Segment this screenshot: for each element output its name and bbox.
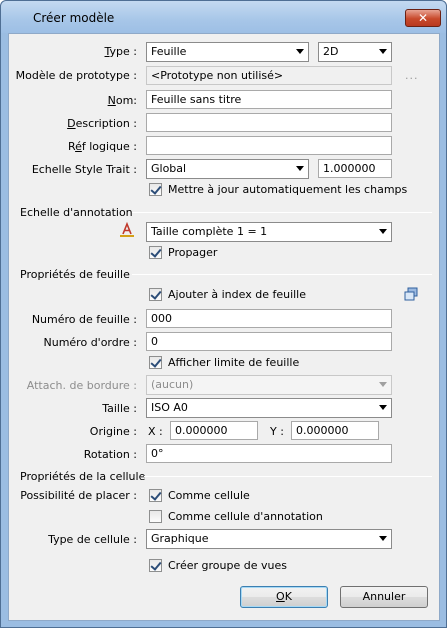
line-scale-label: Echelle Style Trait : [31, 163, 137, 176]
propagate-checkbox[interactable] [149, 246, 162, 259]
add-index-label: Ajouter à index de feuille [168, 288, 307, 301]
view-group-label: Créer groupe de vues [168, 559, 287, 572]
description-label: Description : [67, 117, 137, 130]
cell-type-select-value: Graphique [151, 532, 209, 545]
line-scale-select[interactable]: Global [146, 159, 309, 179]
as-annotation-cell-checkbox[interactable] [149, 510, 162, 523]
propagate-label: Propager [168, 246, 218, 259]
name-label: Nom: [107, 94, 137, 107]
sheet-group-label: Propriétés de feuille [20, 268, 130, 281]
chevron-down-icon [379, 229, 387, 234]
annotation-group-divider [132, 212, 432, 213]
size-label: Taille : [102, 402, 137, 415]
as-annotation-cell-label: Comme cellule d'annotation [168, 510, 323, 523]
order-number-input[interactable]: 0 [146, 332, 392, 351]
dimension-select[interactable]: 2D [318, 42, 392, 62]
cell-group-divider [144, 476, 432, 477]
line-scale-select-value: Global [151, 162, 187, 175]
border-attach-label: Attach. de bordure : [26, 379, 137, 392]
origin-y-label: Y : [270, 425, 284, 438]
origin-x-input[interactable]: 0.000000 [170, 421, 258, 440]
sheet-group-divider [132, 274, 432, 275]
close-button[interactable]: ✕ [405, 9, 441, 27]
close-icon: ✕ [417, 11, 429, 25]
sheet-index-icon[interactable] [404, 287, 418, 301]
placement-label: Possibilité de placer : [20, 489, 137, 502]
ok-button[interactable]: OK [240, 586, 328, 608]
annotation-scale-icon [120, 222, 134, 237]
dialog-title: Créer modèle [33, 11, 115, 25]
create-model-dialog: Créer modèle ✕ Type : Feuille 2D Modèle … [0, 0, 447, 628]
chevron-down-icon [379, 405, 387, 410]
type-select-value: Feuille [151, 45, 187, 58]
show-boundary-checkbox[interactable] [149, 356, 162, 369]
logical-label: Réf logique : [67, 140, 137, 153]
prototype-label: Modèle de prototype : [15, 69, 137, 82]
ok-button-mnemonic: O [276, 590, 285, 603]
as-cell-label: Comme cellule [168, 489, 250, 502]
border-attach-select: (aucun) [146, 375, 392, 395]
origin-label: Origine : [89, 425, 137, 438]
sheet-number-label: Numéro de feuille : [31, 313, 137, 326]
chevron-down-icon [296, 49, 304, 54]
size-select[interactable]: ISO A0 [146, 398, 392, 418]
annotation-group-label: Echelle d'annotation [20, 206, 133, 219]
title-bar[interactable]: Créer modèle ✕ [1, 1, 446, 33]
auto-update-label: Mettre à jour automatiquement les champs [168, 183, 408, 196]
cancel-button[interactable]: Annuler [340, 586, 428, 608]
rotation-input[interactable]: 0° [146, 444, 392, 463]
cell-type-label: Type de cellule : [48, 533, 137, 546]
type-select[interactable]: Feuille [146, 42, 309, 62]
origin-y-input[interactable]: 0.000000 [291, 421, 379, 440]
logical-input[interactable] [146, 136, 392, 155]
order-number-label: Numéro d'ordre : [43, 336, 138, 349]
annotation-scale-select-value: Taille complète 1 = 1 [151, 225, 268, 238]
line-scale-factor-input[interactable]: 1.000000 [318, 159, 392, 178]
description-input[interactable] [146, 113, 392, 132]
border-attach-select-value: (aucun) [151, 378, 194, 391]
rotation-label: Rotation : [83, 448, 137, 461]
sheet-number-input[interactable]: 000 [146, 309, 392, 328]
prototype-browse-button[interactable]: ... [405, 69, 419, 82]
prototype-field: <Prototype non utilisé> [146, 66, 392, 85]
dialog-body: Type : Feuille 2D Modèle de prototype : … [8, 33, 440, 621]
size-select-value: ISO A0 [151, 401, 188, 414]
name-input[interactable]: Feuille sans titre [146, 90, 392, 109]
ok-button-label: K [284, 590, 292, 603]
cell-group-label: Propriétés de la cellule [20, 470, 146, 483]
chevron-down-icon [296, 166, 304, 171]
auto-update-checkbox[interactable] [149, 183, 162, 196]
origin-x-label: X : [148, 425, 163, 438]
view-group-checkbox[interactable] [149, 559, 162, 572]
chevron-down-icon [379, 49, 387, 54]
add-index-checkbox[interactable] [149, 288, 162, 301]
annotation-scale-select[interactable]: Taille complète 1 = 1 [146, 222, 392, 242]
as-cell-checkbox[interactable] [149, 489, 162, 502]
chevron-down-icon [379, 536, 387, 541]
cell-type-select[interactable]: Graphique [146, 529, 392, 549]
dimension-select-value: 2D [323, 45, 339, 58]
type-label: Type : [104, 45, 137, 58]
chevron-down-icon [379, 382, 387, 387]
show-boundary-label: Afficher limite de feuille [168, 356, 300, 369]
